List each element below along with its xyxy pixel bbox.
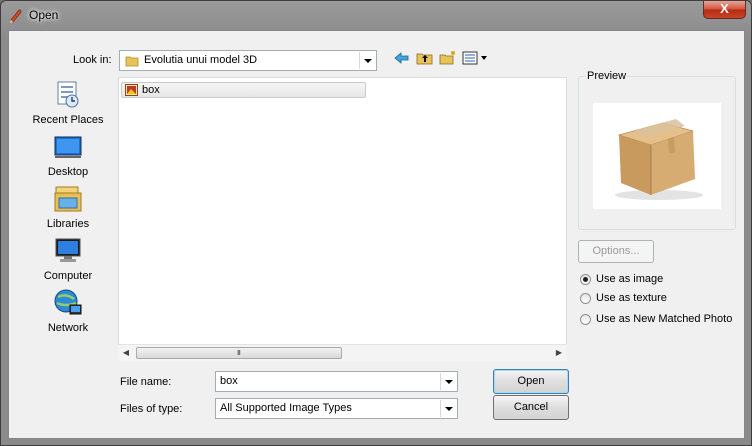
radio-circle[interactable]: [580, 314, 591, 325]
look-in-combo[interactable]: Evolutia unui model 3D: [119, 50, 377, 71]
file-type-label: Files of type:: [120, 403, 183, 415]
place-recent-places[interactable]: Recent Places: [25, 79, 111, 129]
back-arrow-icon[interactable]: [393, 50, 411, 66]
list-item[interactable]: box: [121, 82, 366, 98]
window-title: Open: [29, 8, 59, 22]
place-libraries[interactable]: Libraries: [25, 183, 111, 233]
file-name-dropdown-arrow[interactable]: [440, 373, 456, 390]
place-label: Recent Places: [32, 114, 104, 126]
file-type-dropdown-arrow[interactable]: [440, 400, 456, 417]
image-file-icon: [125, 84, 138, 96]
radio-label: Use as New Matched Photo: [596, 313, 733, 325]
place-label: Desktop: [47, 166, 89, 178]
radio-circle[interactable]: [580, 293, 591, 304]
scrollbar-thumb[interactable]: III: [136, 347, 342, 359]
dialog-client-area: Look in: Evolutia unui model 3D Recent P…: [8, 30, 745, 439]
preview-label: Preview: [586, 70, 628, 82]
close-button[interactable]: X: [703, 1, 746, 19]
radio-circle[interactable]: [580, 274, 591, 285]
cancel-button[interactable]: Cancel: [493, 395, 569, 420]
recent-places-icon: [57, 81, 79, 108]
network-icon: [54, 289, 82, 315]
scroll-right-arrow-icon[interactable]: ▶: [554, 348, 564, 358]
scrollbar-grip: III: [237, 350, 241, 357]
radio-label: Use as texture: [596, 292, 667, 304]
sketchup-pencil-icon: [10, 9, 22, 23]
file-list[interactable]: box: [118, 77, 567, 361]
horizontal-scrollbar[interactable]: ◀ III ▶: [118, 344, 567, 361]
preview-image: [593, 103, 721, 209]
look-in-label: Look in:: [73, 54, 112, 66]
new-folder-icon[interactable]: [439, 50, 457, 66]
options-button[interactable]: Options...: [578, 240, 654, 263]
place-label: Network: [47, 322, 89, 334]
computer-icon: [55, 238, 81, 262]
folder-icon: [125, 56, 139, 67]
file-name-value: box: [220, 375, 238, 387]
open-dialog-window: Open X Look in: Evolutia unui model 3D R…: [0, 0, 752, 446]
preview-group: Preview: [578, 70, 736, 230]
place-desktop[interactable]: Desktop: [25, 131, 111, 181]
place-label: Libraries: [46, 218, 90, 230]
file-name-label: File name:: [120, 376, 172, 388]
file-name-field[interactable]: box: [215, 371, 458, 392]
title-bar[interactable]: Open X: [1, 1, 751, 29]
libraries-icon: [54, 186, 82, 212]
place-computer[interactable]: Computer: [25, 235, 111, 285]
view-menu-icon[interactable]: [462, 50, 488, 66]
file-name: box: [142, 84, 160, 96]
up-folder-icon[interactable]: [416, 50, 434, 66]
look-in-value: Evolutia unui model 3D: [144, 54, 258, 66]
open-button[interactable]: Open: [493, 369, 569, 394]
file-type-select[interactable]: All Supported Image Types: [215, 398, 458, 419]
cardboard-box-image: [615, 119, 703, 200]
desktop-icon: [54, 136, 82, 158]
scroll-left-arrow-icon[interactable]: ◀: [121, 348, 131, 358]
place-network[interactable]: Network: [25, 287, 111, 337]
place-label: Computer: [43, 270, 93, 282]
file-type-value: All Supported Image Types: [220, 402, 352, 414]
radio-label: Use as image: [596, 273, 664, 285]
look-in-dropdown-arrow[interactable]: [359, 52, 375, 69]
